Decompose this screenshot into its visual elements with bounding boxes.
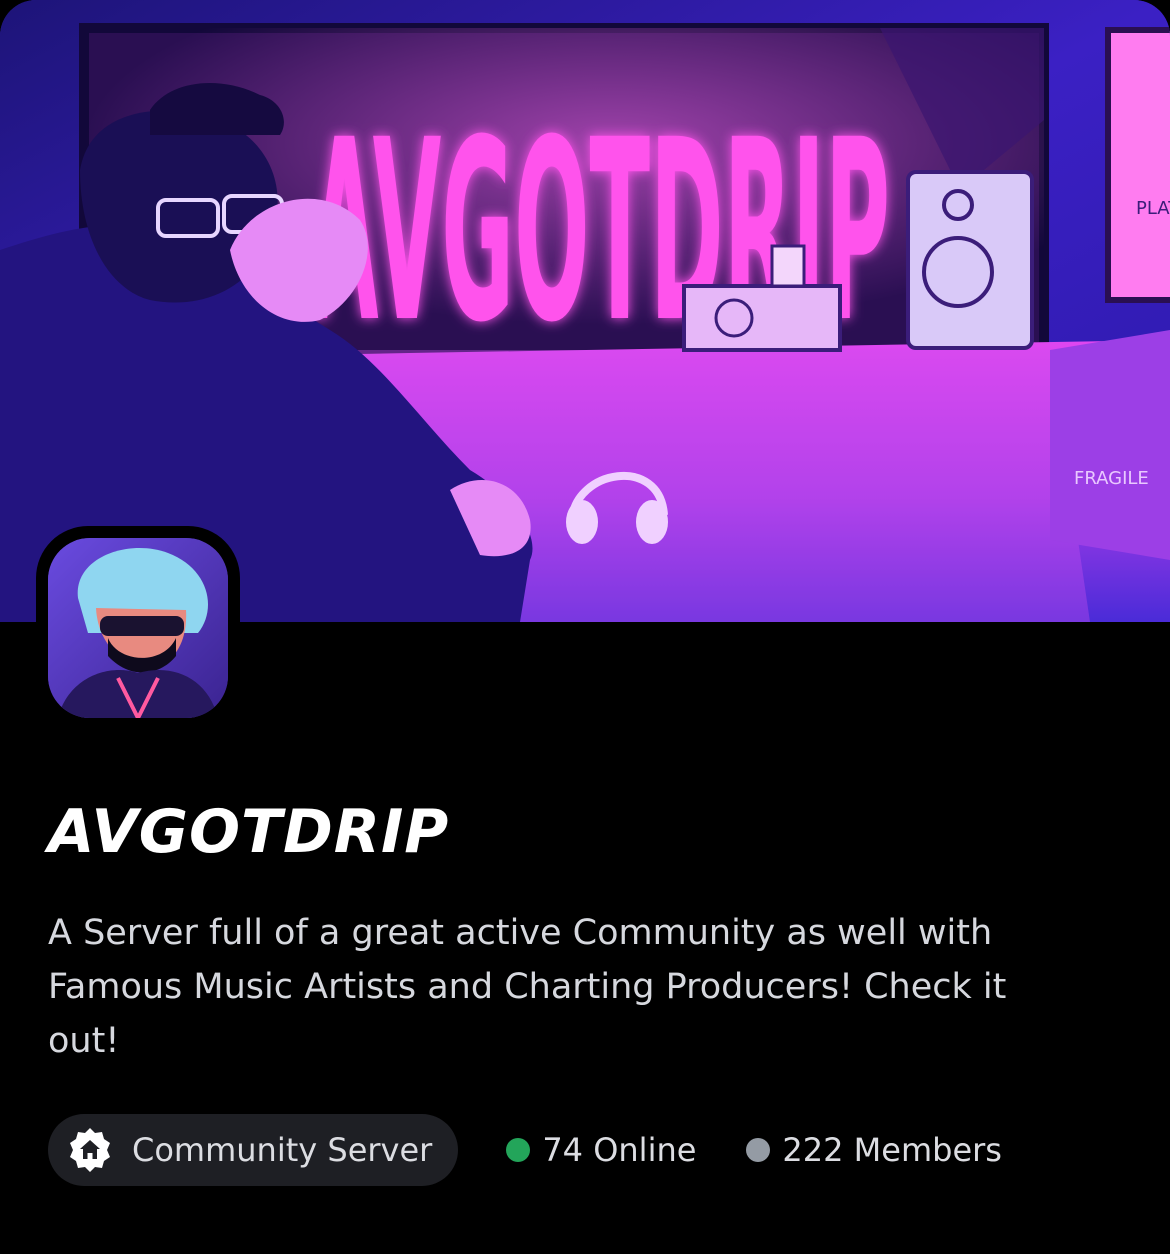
server-avatar bbox=[48, 538, 228, 718]
server-card: AVGOTDRIP PLAT FRAGILE bbox=[0, 0, 1170, 1254]
fragile-box-label: FRAGILE bbox=[1074, 468, 1149, 489]
members-dot-icon bbox=[746, 1138, 771, 1162]
member-count: 222 Members bbox=[746, 1131, 1002, 1169]
community-server-label: Community Server bbox=[132, 1131, 433, 1169]
community-server-badge[interactable]: Community Server bbox=[48, 1114, 459, 1186]
online-count: 74 Online bbox=[506, 1131, 696, 1169]
poster-label: PLAT bbox=[1136, 198, 1170, 219]
house-badge-icon bbox=[70, 1128, 110, 1172]
server-name: AVGOTDRIP bbox=[48, 797, 450, 867]
member-count-label: 222 Members bbox=[782, 1131, 1002, 1169]
avatar-illustration bbox=[48, 538, 228, 718]
online-count-label: 74 Online bbox=[542, 1131, 697, 1169]
server-avatar-frame bbox=[36, 526, 240, 730]
online-dot-icon bbox=[506, 1138, 531, 1162]
server-stats: Community Server 74 Online 222 Members bbox=[48, 1114, 1002, 1186]
server-description: A Server full of a great active Communit… bbox=[48, 913, 1007, 1061]
